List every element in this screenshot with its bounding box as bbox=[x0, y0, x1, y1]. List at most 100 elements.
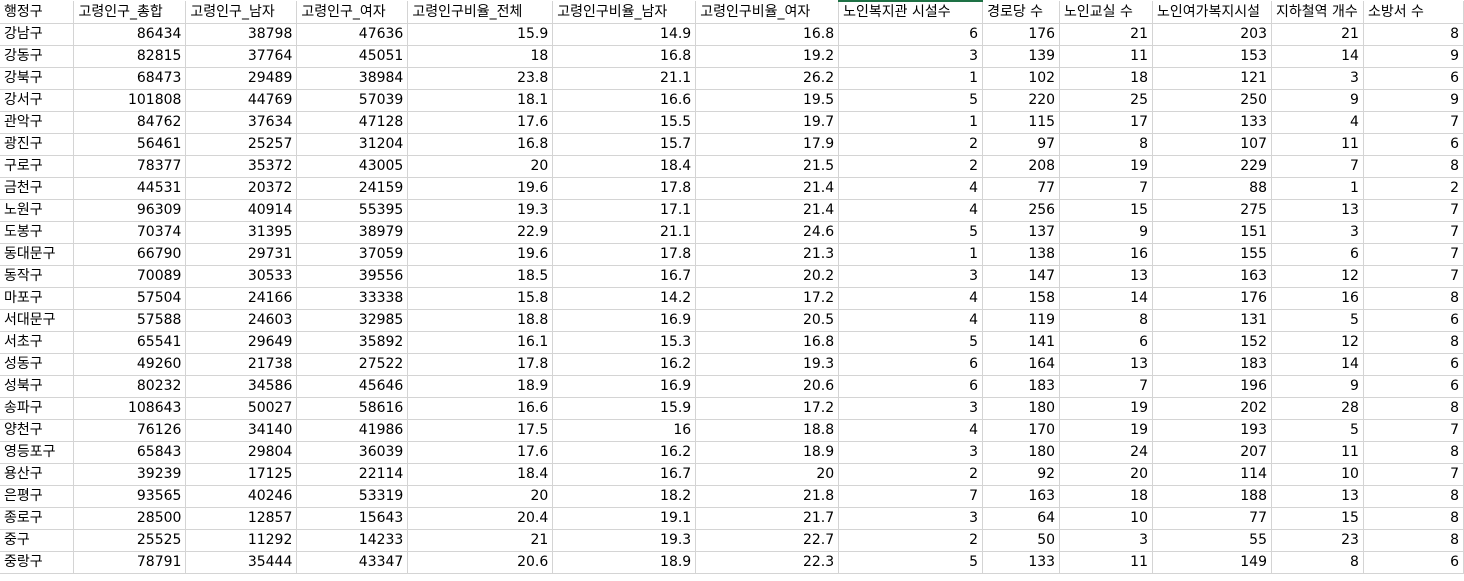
table-cell[interactable]: 65541 bbox=[73, 331, 187, 354]
table-cell[interactable]: 12 bbox=[1271, 331, 1364, 354]
table-cell[interactable]: 13 bbox=[1059, 265, 1153, 288]
table-cell[interactable]: 17.8 bbox=[552, 243, 697, 266]
table-cell[interactable]: 164 bbox=[982, 353, 1061, 376]
table-cell[interactable]: 193 bbox=[1152, 419, 1272, 442]
table-cell[interactable]: 37764 bbox=[185, 45, 298, 68]
table-cell[interactable]: 20.5 bbox=[695, 309, 840, 332]
table-cell[interactable]: 22.7 bbox=[695, 529, 840, 552]
table-cell[interactable]: 139 bbox=[982, 45, 1061, 68]
table-cell[interactable]: 14.2 bbox=[552, 287, 697, 310]
table-cell[interactable]: 28 bbox=[1271, 397, 1364, 420]
column-header[interactable]: 고령인구_남자 bbox=[185, 1, 298, 24]
table-cell[interactable]: 275 bbox=[1152, 199, 1272, 222]
table-cell[interactable]: 47636 bbox=[296, 23, 409, 46]
table-cell[interactable]: 102 bbox=[982, 67, 1061, 90]
table-cell[interactable]: 16.7 bbox=[552, 463, 697, 486]
column-header[interactable]: 노인교실 수 bbox=[1059, 1, 1153, 24]
table-cell[interactable]: 57504 bbox=[73, 287, 187, 310]
table-cell[interactable]: 8 bbox=[1363, 397, 1464, 420]
table-cell[interactable]: 55395 bbox=[296, 199, 409, 222]
table-cell[interactable]: 149 bbox=[1152, 551, 1272, 574]
table-cell[interactable]: 24166 bbox=[185, 287, 298, 310]
table-cell[interactable]: 17 bbox=[1059, 111, 1153, 134]
table-cell[interactable]: 1 bbox=[838, 111, 984, 134]
table-cell[interactable]: 5 bbox=[1271, 309, 1364, 332]
table-cell[interactable]: 15.8 bbox=[407, 287, 554, 310]
table-cell[interactable]: 137 bbox=[982, 221, 1061, 244]
table-cell[interactable]: 39556 bbox=[296, 265, 409, 288]
table-cell[interactable]: 23.8 bbox=[407, 67, 554, 90]
table-cell[interactable]: 21.3 bbox=[695, 243, 840, 266]
table-cell[interactable]: 202 bbox=[1152, 397, 1272, 420]
table-cell[interactable]: 9 bbox=[1271, 375, 1364, 398]
table-cell[interactable]: 196 bbox=[1152, 375, 1272, 398]
table-cell[interactable]: 19.5 bbox=[695, 89, 840, 112]
table-cell[interactable]: 8 bbox=[1363, 331, 1464, 354]
table-cell[interactable]: 20 bbox=[1059, 463, 1153, 486]
table-cell[interactable]: 9 bbox=[1271, 89, 1364, 112]
table-cell[interactable]: 21738 bbox=[185, 353, 298, 376]
table-cell[interactable]: 16 bbox=[1059, 243, 1153, 266]
table-cell[interactable]: 8 bbox=[1059, 133, 1153, 156]
column-header[interactable]: 고령인구_여자 bbox=[296, 1, 409, 24]
table-cell[interactable]: 16.8 bbox=[407, 133, 554, 156]
table-cell[interactable]: 107 bbox=[1152, 133, 1272, 156]
table-cell[interactable]: 5 bbox=[838, 221, 984, 244]
table-cell[interactable]: 176 bbox=[1152, 287, 1272, 310]
table-cell[interactable]: 16 bbox=[552, 419, 697, 442]
table-cell[interactable]: 20.6 bbox=[695, 375, 840, 398]
table-cell[interactable]: 16 bbox=[1271, 287, 1364, 310]
row-label-cell[interactable]: 구로구 bbox=[0, 155, 75, 178]
table-cell[interactable]: 18 bbox=[1059, 485, 1153, 508]
table-cell[interactable]: 115 bbox=[982, 111, 1061, 134]
table-cell[interactable]: 16.1 bbox=[407, 331, 554, 354]
table-cell[interactable]: 30533 bbox=[185, 265, 298, 288]
table-cell[interactable]: 17125 bbox=[185, 463, 298, 486]
table-cell[interactable]: 17.8 bbox=[552, 177, 697, 200]
table-cell[interactable]: 25525 bbox=[73, 529, 187, 552]
table-cell[interactable]: 88 bbox=[1152, 177, 1272, 200]
table-cell[interactable]: 8 bbox=[1363, 485, 1464, 508]
table-cell[interactable]: 3 bbox=[838, 441, 984, 464]
table-cell[interactable]: 15.7 bbox=[552, 133, 697, 156]
table-cell[interactable]: 29804 bbox=[185, 441, 298, 464]
column-header[interactable]: 고령인구_총합 bbox=[73, 1, 187, 24]
table-cell[interactable]: 25 bbox=[1059, 89, 1153, 112]
table-cell[interactable]: 8 bbox=[1363, 155, 1464, 178]
table-cell[interactable]: 6 bbox=[838, 375, 984, 398]
row-label-cell[interactable]: 송파구 bbox=[0, 397, 75, 420]
row-label-cell[interactable]: 도봉구 bbox=[0, 221, 75, 244]
table-cell[interactable]: 7 bbox=[1363, 265, 1464, 288]
table-cell[interactable]: 7 bbox=[1363, 199, 1464, 222]
table-cell[interactable]: 8 bbox=[1363, 287, 1464, 310]
table-cell[interactable]: 20 bbox=[407, 485, 554, 508]
row-label-cell[interactable]: 성북구 bbox=[0, 375, 75, 398]
table-cell[interactable]: 78791 bbox=[73, 551, 187, 574]
table-cell[interactable]: 19.3 bbox=[552, 529, 697, 552]
table-cell[interactable]: 18.8 bbox=[407, 309, 554, 332]
table-cell[interactable]: 33338 bbox=[296, 287, 409, 310]
table-cell[interactable]: 21.8 bbox=[695, 485, 840, 508]
table-cell[interactable]: 35444 bbox=[185, 551, 298, 574]
table-cell[interactable]: 57588 bbox=[73, 309, 187, 332]
table-cell[interactable]: 141 bbox=[982, 331, 1061, 354]
table-cell[interactable]: 17.8 bbox=[407, 353, 554, 376]
table-cell[interactable]: 92 bbox=[982, 463, 1061, 486]
table-cell[interactable]: 12857 bbox=[185, 507, 298, 530]
table-cell[interactable]: 183 bbox=[982, 375, 1061, 398]
table-cell[interactable]: 57039 bbox=[296, 89, 409, 112]
table-cell[interactable]: 31395 bbox=[185, 221, 298, 244]
table-cell[interactable]: 29489 bbox=[185, 67, 298, 90]
table-cell[interactable]: 86434 bbox=[73, 23, 187, 46]
table-cell[interactable]: 108643 bbox=[73, 397, 187, 420]
table-cell[interactable]: 229 bbox=[1152, 155, 1272, 178]
table-cell[interactable]: 176 bbox=[982, 23, 1061, 46]
table-cell[interactable]: 17.2 bbox=[695, 397, 840, 420]
table-cell[interactable]: 76126 bbox=[73, 419, 187, 442]
table-cell[interactable]: 203 bbox=[1152, 23, 1272, 46]
table-cell[interactable]: 29649 bbox=[185, 331, 298, 354]
table-cell[interactable]: 18.4 bbox=[407, 463, 554, 486]
table-cell[interactable]: 10 bbox=[1059, 507, 1153, 530]
table-cell[interactable]: 153 bbox=[1152, 45, 1272, 68]
table-cell[interactable]: 6 bbox=[1363, 67, 1464, 90]
